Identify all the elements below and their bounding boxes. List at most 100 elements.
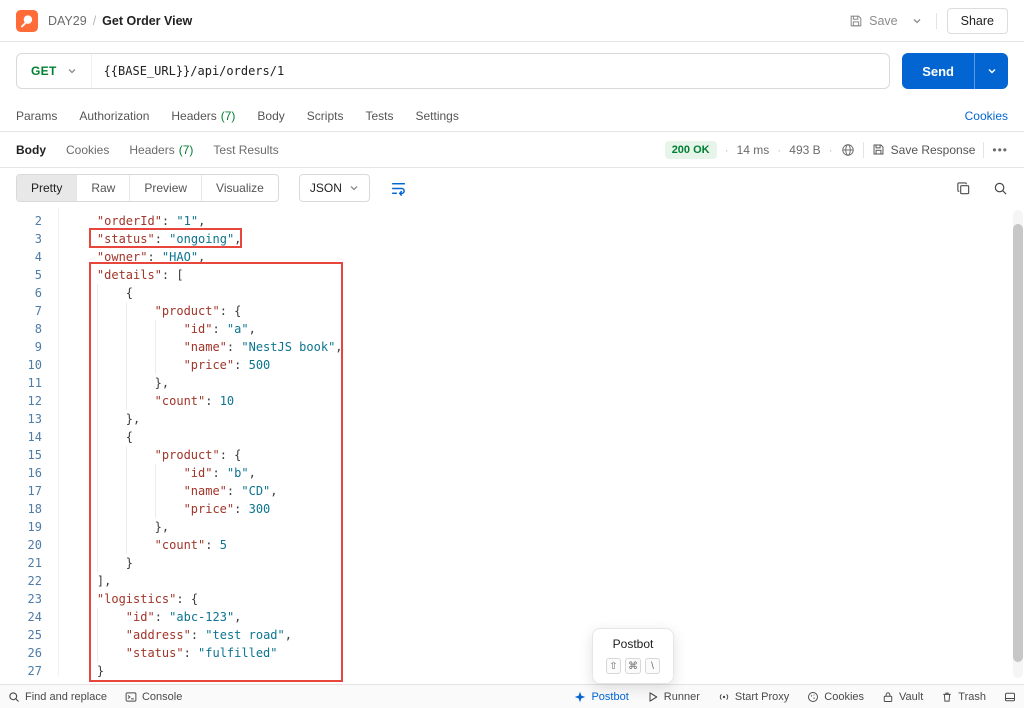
format-label: JSON (309, 181, 342, 195)
footer-item-cookies[interactable]: Cookies (807, 691, 864, 703)
cookies-link[interactable]: Cookies (965, 109, 1008, 123)
method-select[interactable]: GET (17, 54, 92, 88)
code-text: "product": { (42, 302, 242, 320)
code-line: 3 "status": "ongoing", (0, 230, 1024, 248)
line-number: 11 (27, 376, 42, 390)
footer-item-start-proxy[interactable]: Start Proxy (718, 691, 789, 703)
line-number: 4 (34, 250, 42, 264)
proxy-icon (718, 691, 730, 703)
request-tab-body[interactable]: Body (257, 109, 284, 123)
code-text: "price": 300 (42, 500, 271, 518)
response-size[interactable]: 493 B (789, 143, 820, 157)
view-mode-visualize[interactable]: Visualize (201, 175, 278, 201)
breadcrumb: DAY29 / Get Order View (48, 14, 192, 28)
footer-item-postbot[interactable]: Postbot (574, 691, 629, 703)
search-icon[interactable] (993, 181, 1008, 196)
save-options-button[interactable] (908, 12, 926, 30)
request-tabs: Params Authorization Headers (7) Body Scripts… (0, 100, 1024, 132)
send-button[interactable]: Send (902, 53, 1008, 89)
breadcrumb-workspace[interactable]: DAY29 (48, 14, 87, 28)
code-line: 26 "status": "fulfilled" (0, 644, 1024, 662)
runner-icon (647, 691, 659, 703)
line-number: 15 (27, 448, 42, 462)
more-actions-button[interactable]: ••• (992, 143, 1008, 157)
chevron-down-icon (912, 16, 922, 26)
code-line: 12 "count": 10 (0, 392, 1024, 410)
line-number: 2 (34, 214, 42, 228)
response-tabs: Body Cookies Headers (7) Test Results (16, 143, 279, 157)
globe-icon[interactable] (841, 143, 855, 157)
code-line: 8 "id": "a", (0, 320, 1024, 338)
request-tab-settings[interactable]: Settings (415, 109, 458, 123)
response-meta: 200 OK · 14 ms · 493 B · Save Response •… (664, 140, 1008, 159)
code-text: }, (42, 518, 169, 536)
footer-item-label: Vault (899, 690, 924, 703)
code-text: "price": 500 (42, 356, 271, 374)
view-mode-pretty[interactable]: Pretty (17, 175, 77, 201)
save-response-button[interactable]: Save Response (872, 143, 975, 157)
line-number: 6 (34, 286, 42, 300)
response-tab-body[interactable]: Body (16, 143, 46, 157)
line-number: 19 (27, 520, 42, 534)
status-badge[interactable]: 200 OK (664, 140, 717, 159)
request-tab-params[interactable]: Params (16, 109, 57, 123)
copy-icon[interactable] (956, 181, 971, 196)
app-logo-icon[interactable] (16, 9, 38, 32)
request-tab-tests[interactable]: Tests (365, 109, 393, 123)
share-button[interactable]: Share (946, 7, 1008, 34)
footer-item-find-and-replace[interactable]: Find and replace (8, 691, 107, 703)
footer-item-trash[interactable]: Trash (941, 691, 986, 703)
code-text: "count": 10 (42, 392, 234, 410)
response-tab-headers[interactable]: Headers (7) (129, 143, 193, 157)
save-button[interactable]: Save (849, 14, 898, 28)
tab-label: Scripts (306, 108, 344, 123)
response-time[interactable]: 14 ms (737, 143, 770, 157)
line-number: 12 (27, 394, 42, 408)
code-text: "product": { (42, 446, 242, 464)
footer-item-vault[interactable]: Vault (882, 691, 923, 703)
top-bar-right: Save Share (849, 7, 1008, 34)
url-input[interactable] (91, 64, 890, 78)
top-bar-left: DAY29 / Get Order View (16, 9, 192, 32)
line-number: 20 (27, 538, 42, 552)
wrap-lines-icon[interactable] (390, 180, 407, 197)
code-text: "count": 5 (42, 536, 227, 554)
cookie-icon (807, 691, 819, 703)
response-tab-cookies[interactable]: Cookies (66, 143, 109, 157)
line-number: 24 (27, 610, 42, 624)
request-tab-scripts[interactable]: Scripts (307, 109, 344, 123)
format-select[interactable]: JSON (298, 174, 370, 202)
view-mode-raw[interactable]: Raw (76, 175, 129, 201)
code-line: 17 "name": "CD", (0, 482, 1024, 500)
response-body: 2 "orderId": "1", 3 "status": "ongoing", 4… (0, 208, 1024, 684)
line-number: 18 (27, 502, 42, 516)
response-tab-test-results[interactable]: Test Results (213, 143, 278, 157)
keycap: \ (645, 658, 660, 674)
line-number: 13 (27, 412, 42, 426)
request-bar: GET Send (0, 42, 1024, 100)
code-line: 18 "price": 300 (0, 500, 1024, 518)
code-text: "logistics": { (96, 592, 199, 606)
footer-item-runner[interactable]: Runner (647, 691, 700, 703)
response-toolbar: Pretty Raw Preview Visualize JSON (0, 168, 1024, 208)
scrollbar[interactable] (1013, 224, 1023, 662)
keycap: ⇧ (606, 658, 621, 674)
code-line: 2 "orderId": "1", (0, 212, 1024, 230)
code-text: "status": "ongoing", (96, 232, 242, 246)
code-text: "id": "abc-123", (42, 608, 242, 626)
postbot-shortcut-keys: ⇧ ⌘ \ (593, 658, 673, 674)
footer-item-label: Runner (663, 690, 700, 703)
send-options-chevron-icon[interactable] (974, 53, 1008, 89)
view-mode-preview[interactable]: Preview (129, 175, 201, 201)
code-text: { (42, 284, 133, 302)
footer-panel-button[interactable] (1004, 691, 1016, 703)
request-tab-headers[interactable]: Headers (7) (171, 109, 235, 123)
vault-icon (882, 691, 894, 703)
divider (862, 141, 864, 158)
code-line: 27 } (0, 662, 1024, 680)
footer-item-console[interactable]: Console (125, 691, 182, 703)
footer-item-label: Start Proxy (734, 690, 790, 703)
request-tab-authorization[interactable]: Authorization (79, 109, 149, 123)
code-line: 4 "owner": "HAO", (0, 248, 1024, 266)
console-icon (125, 691, 137, 703)
